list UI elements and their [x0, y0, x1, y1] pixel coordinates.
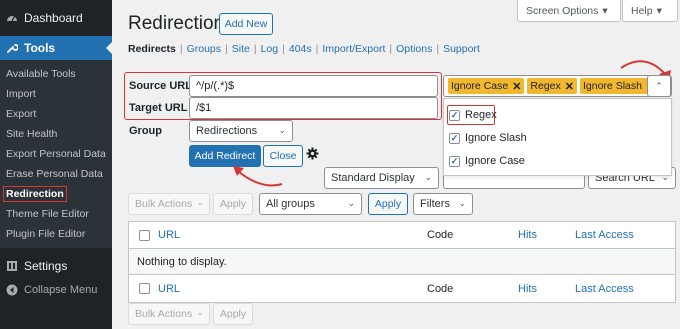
subnav-redirects[interactable]: Redirects — [128, 43, 176, 55]
submenu-import[interactable]: Import — [0, 84, 112, 104]
option-ignore-case[interactable]: ✓ Ignore Case — [449, 155, 525, 167]
settings-icon — [6, 260, 18, 272]
flags-dropdown: ✓ Regex ✓ Ignore Slash ✓ Ignore Case — [443, 98, 672, 176]
option-regex[interactable]: ✓ Regex — [449, 109, 497, 121]
menu-dashboard[interactable]: Dashboard — [0, 0, 112, 36]
column-code: Code — [427, 282, 454, 295]
submenu-plugin-file-editor[interactable]: Plugin File Editor — [0, 224, 112, 244]
table-header: URL Code Hits Last Access — [129, 222, 675, 249]
group-filter-select[interactable]: All groups ⌄ — [259, 193, 362, 215]
wrench-icon — [6, 42, 18, 54]
chevron-down-icon: ⌄ — [196, 307, 204, 317]
help-button[interactable]: Help ▾ — [622, 0, 678, 22]
target-url-label: Target URL — [129, 102, 188, 114]
submenu-export[interactable]: Export — [0, 104, 112, 124]
submenu-export-personal-data[interactable]: Export Personal Data — [0, 144, 112, 164]
remove-tag-icon[interactable]: ✕ — [565, 80, 574, 93]
table-row: Nothing to display. — [129, 249, 675, 275]
gear-icon[interactable] — [306, 147, 319, 163]
menu-tools-label: Tools — [24, 41, 56, 55]
bulk-actions-select-bottom[interactable]: Bulk Actions ⌄ — [128, 303, 210, 325]
chevron-down-icon: ⌄ — [278, 125, 286, 135]
collapse-menu-button[interactable]: Collapse Menu — [0, 278, 112, 302]
checkbox-checked-icon[interactable]: ✓ — [449, 155, 460, 167]
menu-settings[interactable]: Settings — [0, 254, 112, 278]
source-url-label: Source URL — [129, 80, 192, 92]
add-new-button[interactable]: Add New — [219, 13, 273, 35]
submenu-erase-personal-data[interactable]: Erase Personal Data — [0, 164, 112, 184]
redirection-subnav: Redirects | Groups | Site | Log | 404s | Impo… — [128, 43, 480, 55]
main-content: Screen Options ▾ Help ▾ Redirections Add… — [112, 0, 680, 329]
tools-submenu: Available Tools Import Export Site Healt… — [0, 60, 112, 248]
screen-options-button[interactable]: Screen Options ▾ — [517, 0, 621, 22]
subnav-import-export[interactable]: Import/Export — [322, 43, 385, 55]
display-select[interactable]: Standard Display ⌄ — [324, 167, 439, 189]
chevron-down-icon: ⌄ — [196, 197, 204, 207]
column-code: Code — [427, 229, 454, 241]
tag-ignore-case[interactable]: Ignore Case ✕ — [448, 78, 525, 94]
page-title: Redirections — [128, 13, 234, 34]
column-url[interactable]: URL — [158, 283, 180, 295]
empty-message: Nothing to display. — [137, 255, 227, 268]
bulk-actions-select[interactable]: Bulk Actions ⌄ — [128, 193, 210, 215]
select-all-checkbox[interactable] — [139, 283, 150, 294]
column-url[interactable]: URL — [158, 229, 180, 241]
chevron-down-icon: ⌄ — [424, 172, 432, 182]
table-footer: URL Code Hits Last Access — [129, 275, 675, 302]
subnav-site[interactable]: Site — [232, 43, 250, 55]
menu-settings-label: Settings — [24, 259, 68, 273]
annotation-arrow-icon — [233, 166, 283, 187]
chevron-down-icon: ⌄ — [458, 198, 466, 208]
dashboard-icon — [6, 12, 18, 24]
subnav-groups[interactable]: Groups — [187, 43, 221, 55]
target-url-input[interactable]: /$1 — [189, 97, 438, 119]
group-select[interactable]: Redirections ⌄ — [189, 120, 293, 142]
submenu-redirection[interactable]: Redirection — [0, 184, 112, 204]
column-hits[interactable]: Hits — [518, 283, 537, 295]
redirects-table: URL Code Hits Last Access Nothing to dis… — [128, 221, 676, 303]
chevron-down-icon: ⌄ — [347, 198, 355, 208]
collapse-menu-label: Collapse Menu — [24, 284, 98, 296]
tag-regex[interactable]: Regex ✕ — [527, 78, 577, 94]
remove-tag-icon[interactable]: ✕ — [512, 80, 521, 93]
column-hits[interactable]: Hits — [518, 229, 537, 241]
subnav-log[interactable]: Log — [261, 43, 279, 55]
column-last-access[interactable]: Last Access — [575, 283, 634, 295]
filter-apply-button[interactable]: Apply — [368, 193, 408, 215]
submenu-available-tools[interactable]: Available Tools — [0, 64, 112, 84]
subnav-404s[interactable]: 404s — [289, 43, 312, 55]
column-last-access[interactable]: Last Access — [575, 229, 634, 241]
subnav-support[interactable]: Support — [443, 43, 480, 55]
subnav-options[interactable]: Options — [396, 43, 432, 55]
checkbox-checked-icon[interactable]: ✓ — [449, 132, 460, 144]
group-label: Group — [129, 125, 162, 137]
chevron-up-icon[interactable]: ⌃ — [647, 75, 671, 97]
bulk-apply-button-bottom[interactable]: Apply — [213, 303, 253, 325]
source-url-input[interactable]: ^/p/(.*)$ — [189, 75, 438, 97]
checkbox-checked-icon[interactable]: ✓ — [449, 109, 460, 121]
collapse-icon — [6, 284, 18, 296]
caret-down-icon: ▾ — [602, 4, 608, 17]
bulk-apply-button[interactable]: Apply — [213, 193, 253, 215]
flags-tag-selector[interactable]: Ignore Case✕ Regex✕ Ignore Slash✕ ⌃ — [443, 75, 672, 97]
submenu-theme-file-editor[interactable]: Theme File Editor — [0, 204, 112, 224]
menu-tools[interactable]: Tools — [0, 36, 112, 60]
select-all-checkbox[interactable] — [139, 230, 150, 241]
caret-down-icon: ▾ — [656, 4, 662, 17]
option-ignore-slash[interactable]: ✓ Ignore Slash — [449, 132, 527, 144]
menu-dashboard-label: Dashboard — [24, 11, 83, 25]
filters-select[interactable]: Filters ⌄ — [413, 193, 473, 215]
submenu-site-health[interactable]: Site Health — [0, 124, 112, 144]
admin-sidebar: Dashboard Tools Available Tools Import E… — [0, 0, 112, 329]
